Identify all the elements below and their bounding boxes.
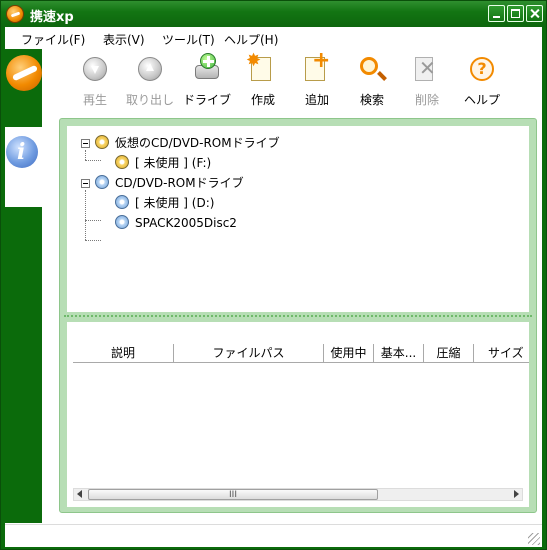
virtual-disc-icon <box>115 155 129 169</box>
column-in-use[interactable]: 使用中 <box>324 344 374 362</box>
info-icon: i <box>6 136 38 168</box>
status-bar <box>5 524 542 547</box>
delete-label: 削除 <box>414 93 439 107</box>
tree-connector <box>85 160 101 161</box>
column-file-path[interactable]: ファイルパス <box>174 344 324 362</box>
close-button[interactable] <box>526 5 543 22</box>
physical-drive-icon <box>95 175 109 189</box>
add-icon <box>305 48 330 81</box>
title-bar[interactable]: 携速xp <box>1 1 546 27</box>
eject-button[interactable]: 取り出し <box>121 53 179 109</box>
scroll-left-icon[interactable] <box>77 490 82 498</box>
search-button[interactable]: 検索 <box>343 53 401 109</box>
pane-splitter[interactable] <box>64 315 532 319</box>
minimize-button[interactable] <box>488 5 505 22</box>
toolbar: 再生 取り出し ドライブ 作成 追加 検索 <box>42 48 542 115</box>
client-area: ファイル(F) 表示(V) ツール(T) ヘルプ(H) i 再生 取り出し ドラ… <box>5 27 542 547</box>
file-list[interactable]: 説明 ファイルパス 使用中 基本... 圧縮 サイズ III <box>67 322 529 507</box>
app-window: 携速xp ファイル(F) 表示(V) ツール(T) ヘルプ(H) i 再生 取り… <box>0 0 547 550</box>
tree-item-physical-drives[interactable]: CD/DVD-ROMドライブ <box>115 174 244 192</box>
tree-item-drive-d[interactable]: [ 未使用 ] (D:) <box>135 194 214 212</box>
menu-view[interactable]: 表示(V) <box>103 31 145 48</box>
add-label: 追加 <box>304 93 329 107</box>
menu-tools[interactable]: ツール(T) <box>162 31 215 48</box>
drive-tree[interactable]: 仮想のCD/DVD-ROMドライブ [ 未使用 ] (F:) CD/DVD-RO… <box>67 126 529 312</box>
cd-drive-icon <box>115 215 129 229</box>
drive-tab-icon <box>6 55 42 91</box>
maximize-button[interactable] <box>507 5 524 22</box>
tree-item-virtual-drives[interactable]: 仮想のCD/DVD-ROMドライブ <box>115 134 280 152</box>
collapse-toggle[interactable] <box>81 139 90 148</box>
horizontal-scrollbar[interactable]: III <box>73 488 523 501</box>
create-button[interactable]: 作成 <box>234 50 292 109</box>
menu-bar: ファイル(F) 表示(V) ツール(T) ヘルプ(H) <box>5 27 542 49</box>
add-button[interactable]: 追加 <box>288 48 346 109</box>
column-size[interactable]: サイズ <box>474 344 529 362</box>
drive-button[interactable]: ドライブ <box>178 53 236 109</box>
column-basic[interactable]: 基本... <box>374 344 424 362</box>
play-label: 再生 <box>82 93 107 107</box>
window-title: 携速xp <box>30 10 74 25</box>
side-tab-strip: i <box>5 49 42 523</box>
column-compression[interactable]: 圧縮 <box>424 344 474 362</box>
tree-connector <box>85 220 101 221</box>
plus-badge-icon <box>200 53 216 69</box>
main-panel: 仮想のCD/DVD-ROMドライブ [ 未使用 ] (F:) CD/DVD-RO… <box>59 118 537 513</box>
search-label: 検索 <box>359 93 384 107</box>
play-button[interactable]: 再生 <box>66 53 124 109</box>
tree-connector <box>85 190 86 240</box>
create-label: 作成 <box>250 93 275 107</box>
scroll-thumb[interactable]: III <box>88 489 378 500</box>
play-icon <box>83 57 107 81</box>
eject-icon <box>138 57 162 81</box>
eject-label: 取り出し <box>125 93 174 107</box>
scroll-right-icon[interactable] <box>514 490 519 498</box>
column-description[interactable]: 説明 <box>73 344 174 362</box>
app-logo-icon <box>6 5 24 23</box>
cd-drive-icon <box>115 195 129 209</box>
menu-help[interactable]: ヘルプ(H) <box>224 31 278 48</box>
tree-item-drive-f[interactable]: [ 未使用 ] (F:) <box>135 154 211 172</box>
virtual-drive-icon <box>95 135 109 149</box>
list-header: 説明 ファイルパス 使用中 基本... 圧縮 サイズ <box>73 344 529 363</box>
create-icon <box>246 50 271 81</box>
side-tab-drive[interactable] <box>5 49 42 124</box>
drive-label: ドライブ <box>182 93 231 107</box>
menu-file[interactable]: ファイル(F) <box>21 31 85 48</box>
side-tab-info[interactable]: i <box>5 127 42 207</box>
collapse-toggle[interactable] <box>81 179 90 188</box>
tree-item-spack[interactable]: SPACK2005Disc2 <box>135 214 237 232</box>
resize-grip-icon[interactable] <box>528 533 540 545</box>
delete-button[interactable]: 削除 <box>398 53 456 109</box>
help-icon: ? <box>470 57 494 81</box>
tree-connector <box>85 150 86 160</box>
tree-connector <box>85 240 101 241</box>
search-icon <box>360 57 378 75</box>
help-button[interactable]: ? ヘルプ <box>453 53 511 109</box>
help-label: ヘルプ <box>463 93 500 107</box>
delete-icon <box>415 56 436 81</box>
